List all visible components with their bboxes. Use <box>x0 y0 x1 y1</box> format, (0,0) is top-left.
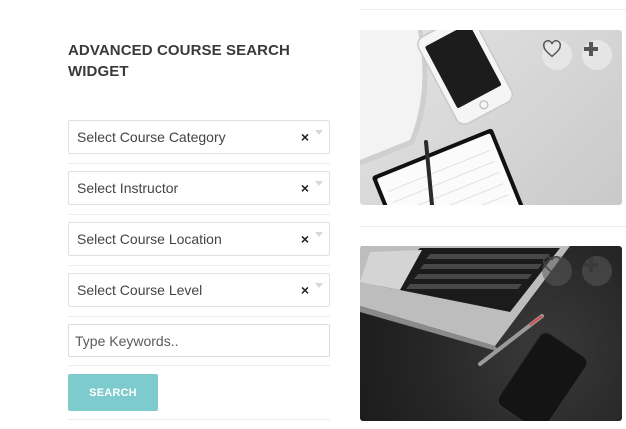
divider <box>68 419 330 420</box>
divider <box>360 9 626 10</box>
course-card-1[interactable] <box>360 30 622 205</box>
clear-icon[interactable]: × <box>301 274 309 306</box>
select-value: Select Course Category <box>77 129 226 145</box>
divider <box>68 163 330 164</box>
plus-icon[interactable] <box>582 256 612 286</box>
divider <box>68 365 330 366</box>
chevron-down-icon[interactable] <box>315 232 323 237</box>
select-value: Select Course Location <box>77 231 222 247</box>
clear-icon[interactable]: × <box>301 172 309 204</box>
widget-title: ADVANCED COURSE SEARCH WIDGET <box>68 42 290 80</box>
chevron-down-icon[interactable] <box>315 130 323 135</box>
heart-icon[interactable] <box>542 256 572 286</box>
course-level-select[interactable]: Select Course Level × <box>68 273 330 307</box>
divider <box>68 214 330 215</box>
course-card-2[interactable] <box>360 246 622 421</box>
course-category-select[interactable]: Select Course Category × <box>68 120 330 154</box>
course-location-select[interactable]: Select Course Location × <box>68 222 330 256</box>
keywords-input[interactable] <box>68 324 330 357</box>
chevron-down-icon[interactable] <box>315 181 323 186</box>
select-value: Select Instructor <box>77 180 179 196</box>
clear-icon[interactable]: × <box>301 121 309 153</box>
divider <box>360 226 626 227</box>
divider <box>68 316 330 317</box>
plus-icon[interactable] <box>582 40 612 70</box>
select-value: Select Course Level <box>77 282 203 298</box>
search-button[interactable]: SEARCH <box>68 374 158 411</box>
chevron-down-icon[interactable] <box>315 283 323 288</box>
clear-icon[interactable]: × <box>301 223 309 255</box>
heart-icon[interactable] <box>542 40 572 70</box>
divider <box>68 265 330 266</box>
instructor-select[interactable]: Select Instructor × <box>68 171 330 205</box>
